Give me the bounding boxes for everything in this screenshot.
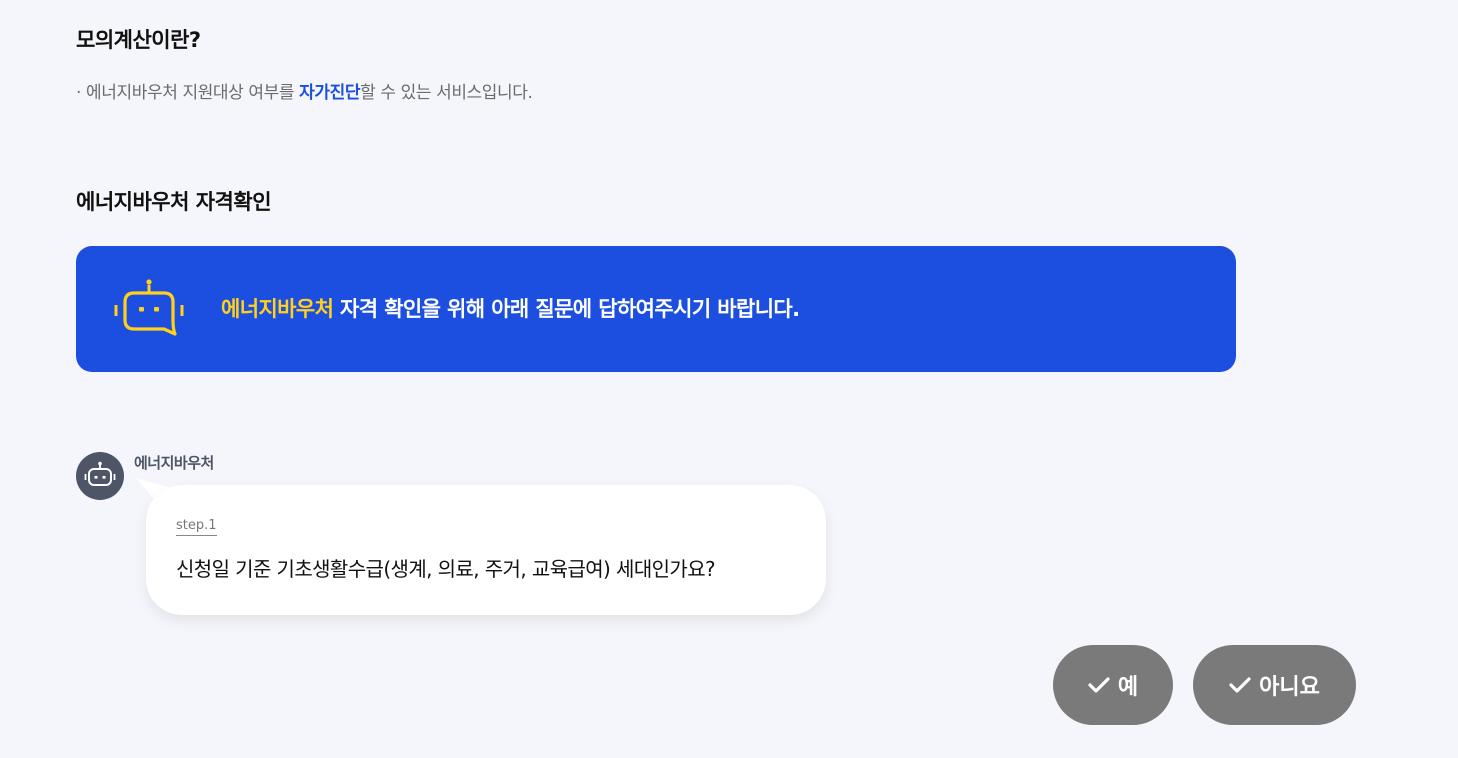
chat-bubble: step.1 신청일 기준 기초생활수급(생계, 의료, 주거, 교육급여) 세…	[146, 485, 826, 615]
eligibility-title: 에너지바우처 자격확인	[76, 190, 272, 214]
check-icon	[1229, 676, 1251, 694]
yes-button-label: 예	[1117, 675, 1139, 700]
question-text: 신청일 기준 기초생활수급(생계, 의료, 주거, 교육급여) 세대인가요?	[176, 557, 716, 581]
no-button[interactable]: 아니요	[1193, 645, 1356, 725]
step-label: step.1	[176, 517, 217, 536]
robot-chat-icon	[114, 278, 184, 340]
yes-button[interactable]: 예	[1053, 645, 1173, 725]
intro-title: 모의계산이란?	[76, 28, 201, 52]
intro-desc-suffix: 할 수 있는 서비스입니다.	[360, 83, 533, 103]
banner-text: 자격 확인을 위해 아래 질문에 답하여주시기 바랍니다.	[333, 297, 800, 321]
intro-desc-prefix: · 에너지바우처 지원대상 여부를	[76, 83, 300, 103]
guide-banner: 에너지바우처 자격 확인을 위해 아래 질문에 답하여주시기 바랍니다.	[76, 246, 1236, 372]
intro-desc-highlight: 자가진단	[299, 83, 361, 103]
check-icon	[1088, 676, 1110, 694]
bot-avatar	[76, 452, 124, 500]
bot-name: 에너지바우처	[134, 454, 214, 472]
banner-highlight: 에너지바우처	[221, 297, 334, 321]
page: 모의계산이란? · 에너지바우처 지원대상 여부를 자가진단할 수 있는 서비스…	[0, 0, 1458, 758]
banner-message: 에너지바우처 자격 확인을 위해 아래 질문에 답하여주시기 바랍니다.	[221, 293, 800, 323]
no-button-label: 아니요	[1259, 675, 1320, 700]
intro-description: · 에너지바우처 지원대상 여부를 자가진단할 수 있는 서비스입니다.	[76, 78, 533, 103]
